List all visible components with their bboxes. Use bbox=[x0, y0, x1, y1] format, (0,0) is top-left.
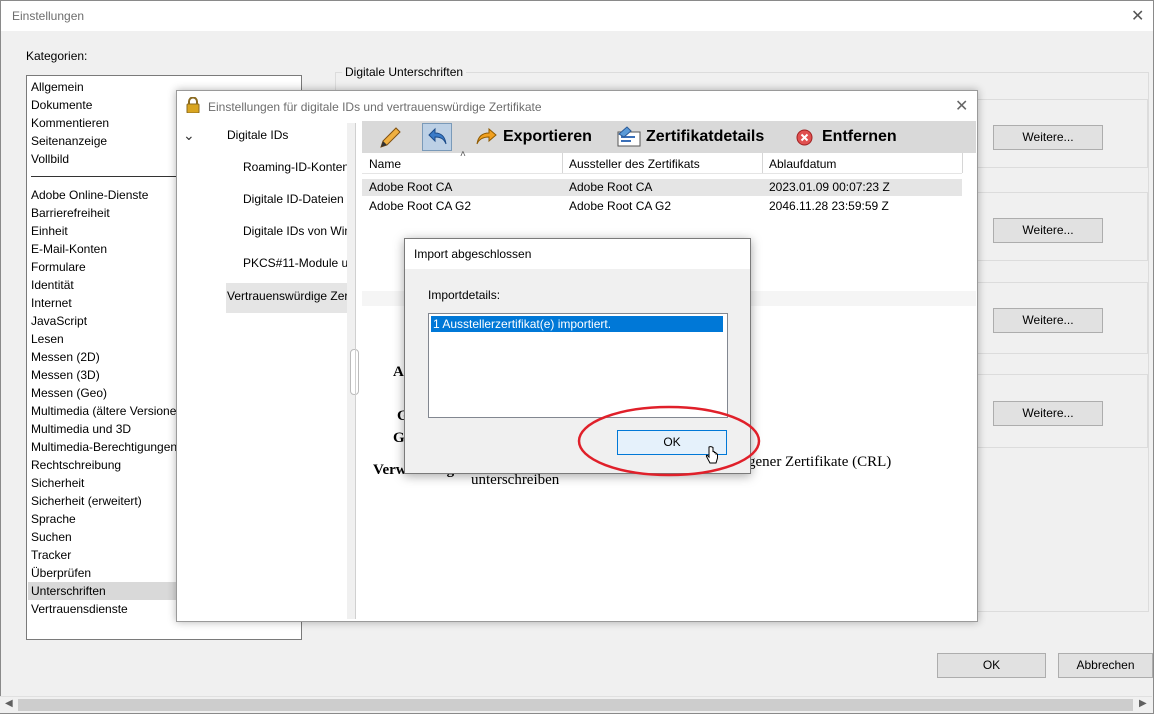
tree-item-id-files[interactable]: Digitale ID-Dateien bbox=[243, 192, 347, 206]
annotation-ellipse bbox=[577, 405, 761, 477]
export-arrow-icon[interactable] bbox=[474, 127, 498, 147]
window-title: Einstellungen bbox=[12, 9, 85, 23]
cell-issuer: Adobe Root CA bbox=[569, 180, 653, 194]
detail-value-sign: unterschreiben bbox=[471, 472, 560, 488]
column-header-expiry[interactable]: Ablaufdatum bbox=[769, 157, 836, 171]
remove-button[interactable]: Entfernen bbox=[822, 128, 897, 146]
column-separator[interactable] bbox=[762, 153, 763, 173]
tree-item-trusted-certs[interactable]: Vertrauenswürdige Zertifikate bbox=[227, 289, 347, 303]
chevron-down-icon[interactable]: ⌄ bbox=[183, 127, 195, 144]
column-separator[interactable] bbox=[562, 153, 563, 173]
lock-icon bbox=[186, 97, 200, 113]
pencil-icon[interactable] bbox=[377, 125, 403, 151]
scroll-left-icon[interactable]: ◀ bbox=[5, 698, 13, 709]
detail-value-crl: gener Zertifikate (CRL) bbox=[748, 454, 892, 470]
tree-item-digital-ids[interactable]: Digitale IDs bbox=[227, 128, 288, 142]
tree-item-roaming[interactable]: Roaming-ID-Konten bbox=[243, 160, 347, 174]
more-button-timestamp[interactable]: Weitere... bbox=[993, 401, 1103, 426]
scroll-right-icon[interactable]: ▶ bbox=[1139, 698, 1147, 709]
hand-cursor-icon bbox=[705, 446, 718, 464]
cell-issuer: Adobe Root CA G2 bbox=[569, 199, 672, 213]
cell-expiry: 2046.11.28 23:59:59 Z bbox=[769, 199, 889, 213]
pane-divider bbox=[355, 123, 356, 619]
more-button-identities[interactable]: Weitere... bbox=[993, 308, 1103, 333]
tree-item-windows[interactable]: Digitale IDs von Windows bbox=[243, 224, 347, 238]
title-bar bbox=[1, 1, 1153, 31]
column-header-issuer[interactable]: Aussteller des Zertifikats bbox=[569, 157, 700, 171]
column-header-name[interactable]: Name bbox=[369, 157, 401, 171]
close-icon[interactable]: ✕ bbox=[955, 96, 968, 116]
export-button[interactable]: Exportieren bbox=[503, 128, 592, 146]
cell-name: Adobe Root CA bbox=[369, 180, 453, 194]
signatures-group-label: Digitale Unterschriften bbox=[342, 65, 467, 79]
cell-name: Adobe Root CA G2 bbox=[369, 199, 472, 213]
more-button-verification[interactable]: Weitere... bbox=[993, 218, 1103, 243]
more-button-creation[interactable]: Weitere... bbox=[993, 125, 1103, 150]
ok-button[interactable]: OK bbox=[937, 653, 1046, 678]
category-separator bbox=[31, 176, 181, 177]
import-details-list[interactable]: 1 Ausstellerzertifikat(e) importiert. bbox=[428, 313, 728, 418]
cancel-button[interactable]: Abbrechen bbox=[1058, 653, 1153, 678]
certificate-details-button[interactable]: Zertifikatdetails bbox=[646, 128, 764, 146]
certificate-details-icon[interactable] bbox=[615, 124, 643, 150]
categories-label: Kategorien: bbox=[26, 49, 88, 63]
dialog-title: Import abgeschlossen bbox=[414, 247, 532, 261]
detail-label: G bbox=[393, 430, 405, 446]
sort-caret-icon: ˄ bbox=[460, 149, 466, 160]
import-arrow-icon bbox=[428, 127, 447, 145]
close-icon[interactable]: ✕ bbox=[1131, 6, 1144, 26]
import-details-label: Importdetails: bbox=[428, 288, 501, 302]
column-separator[interactable] bbox=[962, 153, 963, 173]
tree-item-pkcs11[interactable]: PKCS#11-Module und Token bbox=[243, 256, 347, 270]
remove-icon[interactable] bbox=[796, 129, 813, 146]
cell-expiry: 2023.01.09 00:07:23 Z bbox=[769, 180, 890, 194]
scrollbar-thumb[interactable] bbox=[18, 699, 1133, 711]
header-divider bbox=[362, 173, 962, 174]
detail-label: A bbox=[393, 364, 404, 380]
dialog-title: Einstellungen für digitale IDs und vertr… bbox=[208, 100, 542, 114]
list-item[interactable]: 1 Ausstellerzertifikat(e) importiert. bbox=[431, 316, 723, 332]
